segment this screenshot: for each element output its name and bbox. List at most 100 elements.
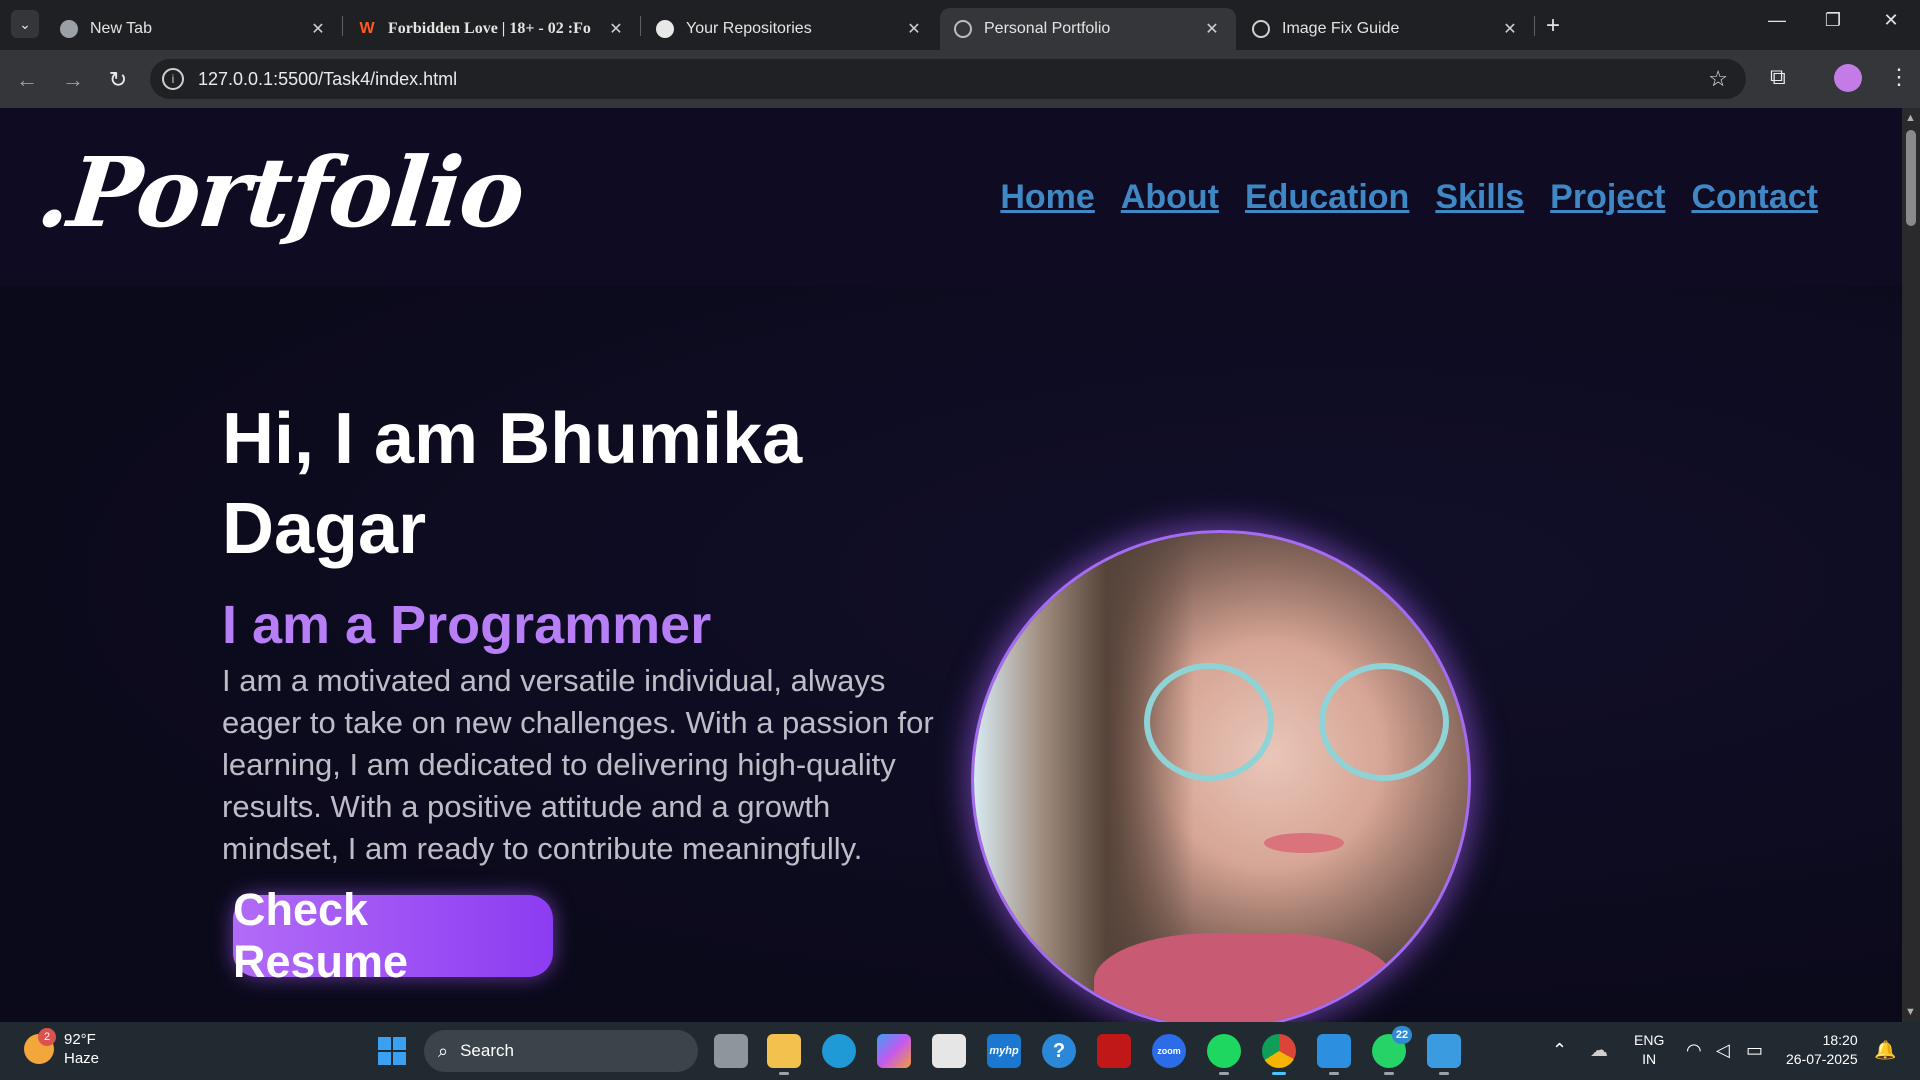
tab-label: Forbidden Love | 18+ - 02 :Fo (388, 20, 591, 37)
whatsapp-badge: 22 (1392, 1026, 1412, 1044)
tab-forbidden-love[interactable]: W Forbidden Love | 18+ - 02 :Fo ✕ (344, 8, 640, 50)
close-icon[interactable]: ✕ (1500, 19, 1520, 39)
language-line1: ENG (1634, 1032, 1665, 1048)
page-viewport: .Portfolio Home About Education Skills P… (0, 108, 1902, 1022)
profile-avatar[interactable] (1834, 64, 1862, 92)
chevron-down-icon: ⌄ (19, 15, 31, 32)
tab-personal-portfolio[interactable]: Personal Portfolio ✕ (940, 8, 1236, 50)
tab-label: Your Repositories (686, 20, 812, 37)
language-line2: IN (1642, 1051, 1657, 1067)
copilot-icon[interactable] (877, 1034, 911, 1068)
mcafee-icon[interactable] (1097, 1034, 1131, 1068)
tab-search-button[interactable]: ⌄ (11, 10, 39, 38)
zoom-icon[interactable]: zoom (1152, 1034, 1186, 1068)
volume-icon[interactable]: ◁ (1716, 1040, 1730, 1061)
chatgpt-icon (1252, 20, 1270, 38)
vscode-icon[interactable] (1317, 1034, 1351, 1075)
spotify-icon[interactable] (1207, 1034, 1241, 1075)
chrome-taskbar-icon[interactable] (1262, 1034, 1296, 1075)
nav-link-contact[interactable]: Contact (1691, 178, 1818, 217)
whatsapp-icon[interactable]: 22 (1372, 1026, 1412, 1075)
help-icon[interactable]: ? (1042, 1034, 1076, 1068)
nav-link-about[interactable]: About (1121, 178, 1219, 217)
hero-greeting: Hi, I am Bhumika Dagar (222, 399, 803, 569)
close-icon[interactable]: ✕ (904, 19, 924, 39)
hero-description: I am a motivated and versatile individua… (222, 663, 934, 866)
profile-photo (971, 530, 1471, 1022)
wattpad-icon: W (359, 20, 375, 37)
scroll-down-icon[interactable]: ▼ (1905, 1006, 1916, 1018)
close-icon[interactable]: ✕ (1202, 19, 1222, 39)
file-explorer-icon[interactable] (767, 1034, 801, 1075)
tab-separator (1534, 16, 1535, 36)
check-resume-button[interactable]: Check Resume (233, 884, 553, 987)
nav-link-project[interactable]: Project (1550, 178, 1665, 217)
back-icon[interactable]: ← (12, 67, 42, 93)
close-icon[interactable]: ✕ (308, 19, 328, 39)
tab-label: Personal Portfolio (984, 20, 1111, 37)
site-info-icon[interactable]: i (162, 68, 184, 90)
address-bar[interactable]: i 127.0.0.1:5500/Task4/index.html ☆ (150, 59, 1746, 99)
battery-icon[interactable]: ▭ (1746, 1040, 1763, 1061)
browser-titlebar: ⌄ New Tab ✕ W Forbidden Love | 18+ - 02 … (0, 0, 1920, 50)
wifi-icon[interactable]: ◠ (1686, 1040, 1702, 1061)
url-text[interactable]: 127.0.0.1:5500/Task4/index.html (198, 69, 457, 90)
nav-link-home[interactable]: Home (1000, 178, 1094, 217)
weather-temp: 92°F (64, 1031, 96, 1048)
extensions-icon[interactable]: ⧉ (1770, 64, 1786, 90)
clock-time: 18:20 (1822, 1032, 1858, 1048)
tab-label: Image Fix Guide (1282, 20, 1400, 37)
globe-icon (954, 20, 972, 38)
hero-role: I am a Programmer (222, 595, 712, 655)
tray-chevron-up-icon[interactable]: ⌃ (1552, 1040, 1567, 1061)
bookmark-star-icon[interactable]: ☆ (1708, 66, 1728, 92)
new-tab-button[interactable]: + (1546, 12, 1560, 40)
ms-store-icon[interactable] (932, 1034, 966, 1068)
weather-badge: 2 (38, 1028, 56, 1046)
clock-date: 26-07-2025 (1786, 1051, 1858, 1067)
chrome-icon (60, 20, 78, 38)
system-clock[interactable]: 18:20 26-07-2025 (1786, 1031, 1858, 1069)
photos-icon[interactable] (1427, 1034, 1461, 1075)
tab-new-tab[interactable]: New Tab ✕ (46, 8, 342, 50)
minimize-icon[interactable]: — (1762, 10, 1792, 31)
nav-link-skills[interactable]: Skills (1435, 178, 1524, 217)
tab-your-repositories[interactable]: Your Repositories ✕ (642, 8, 938, 50)
more-menu-icon[interactable]: ⋮ (1888, 64, 1910, 90)
scrollbar-thumb[interactable] (1906, 130, 1916, 226)
page-scrollbar[interactable]: ▲ ▼ (1902, 108, 1920, 1022)
close-icon[interactable]: ✕ (606, 19, 626, 39)
language-indicator[interactable]: ENG IN (1634, 1031, 1664, 1069)
hero-section: Hi, I am Bhumika Dagar I am a Programmer… (0, 286, 1902, 1022)
github-icon (656, 20, 674, 38)
photo-glasses-left (1144, 663, 1274, 781)
site-nav: Home About Education Skills Project Cont… (1000, 178, 1818, 217)
forward-icon[interactable]: → (58, 67, 88, 93)
notification-bell-icon[interactable]: 🔔 (1874, 1040, 1896, 1061)
site-header: .Portfolio Home About Education Skills P… (0, 108, 1902, 286)
search-icon: ⌕ (438, 1040, 449, 1061)
onedrive-icon[interactable]: ☁ (1590, 1040, 1608, 1061)
tab-separator (342, 16, 343, 36)
taskbar-search[interactable]: ⌕ Search (424, 1030, 698, 1072)
tab-image-fix-guide[interactable]: Image Fix Guide ✕ (1238, 8, 1534, 50)
photo-shirt (1094, 933, 1394, 1022)
windows-start-icon[interactable] (378, 1037, 406, 1065)
restore-icon[interactable]: ❐ (1818, 10, 1848, 31)
photo-glasses-right (1319, 663, 1449, 781)
taskbar-search-label: Search (460, 1041, 514, 1060)
site-logo[interactable]: .Portfolio (32, 136, 528, 249)
myhp-icon[interactable]: myhp (987, 1034, 1021, 1068)
browser-toolbar: ← → ↻ i 127.0.0.1:5500/Task4/index.html … (0, 50, 1920, 108)
close-window-icon[interactable]: ✕ (1876, 10, 1906, 31)
edge-icon[interactable] (822, 1034, 856, 1068)
nav-link-education[interactable]: Education (1245, 178, 1409, 217)
reload-icon[interactable]: ↻ (103, 67, 133, 93)
weather-widget[interactable]: 2 92°F Haze (24, 1028, 99, 1068)
tab-label: New Tab (90, 20, 152, 37)
weather-sun-icon: 2 (24, 1028, 56, 1064)
photo-lips (1264, 833, 1344, 853)
scroll-up-icon[interactable]: ▲ (1905, 112, 1916, 124)
task-view-icon[interactable] (714, 1034, 748, 1068)
windows-taskbar: 2 92°F Haze ⌕ Search myhp ? zoom 22 ⌃ ☁ … (0, 1022, 1920, 1080)
